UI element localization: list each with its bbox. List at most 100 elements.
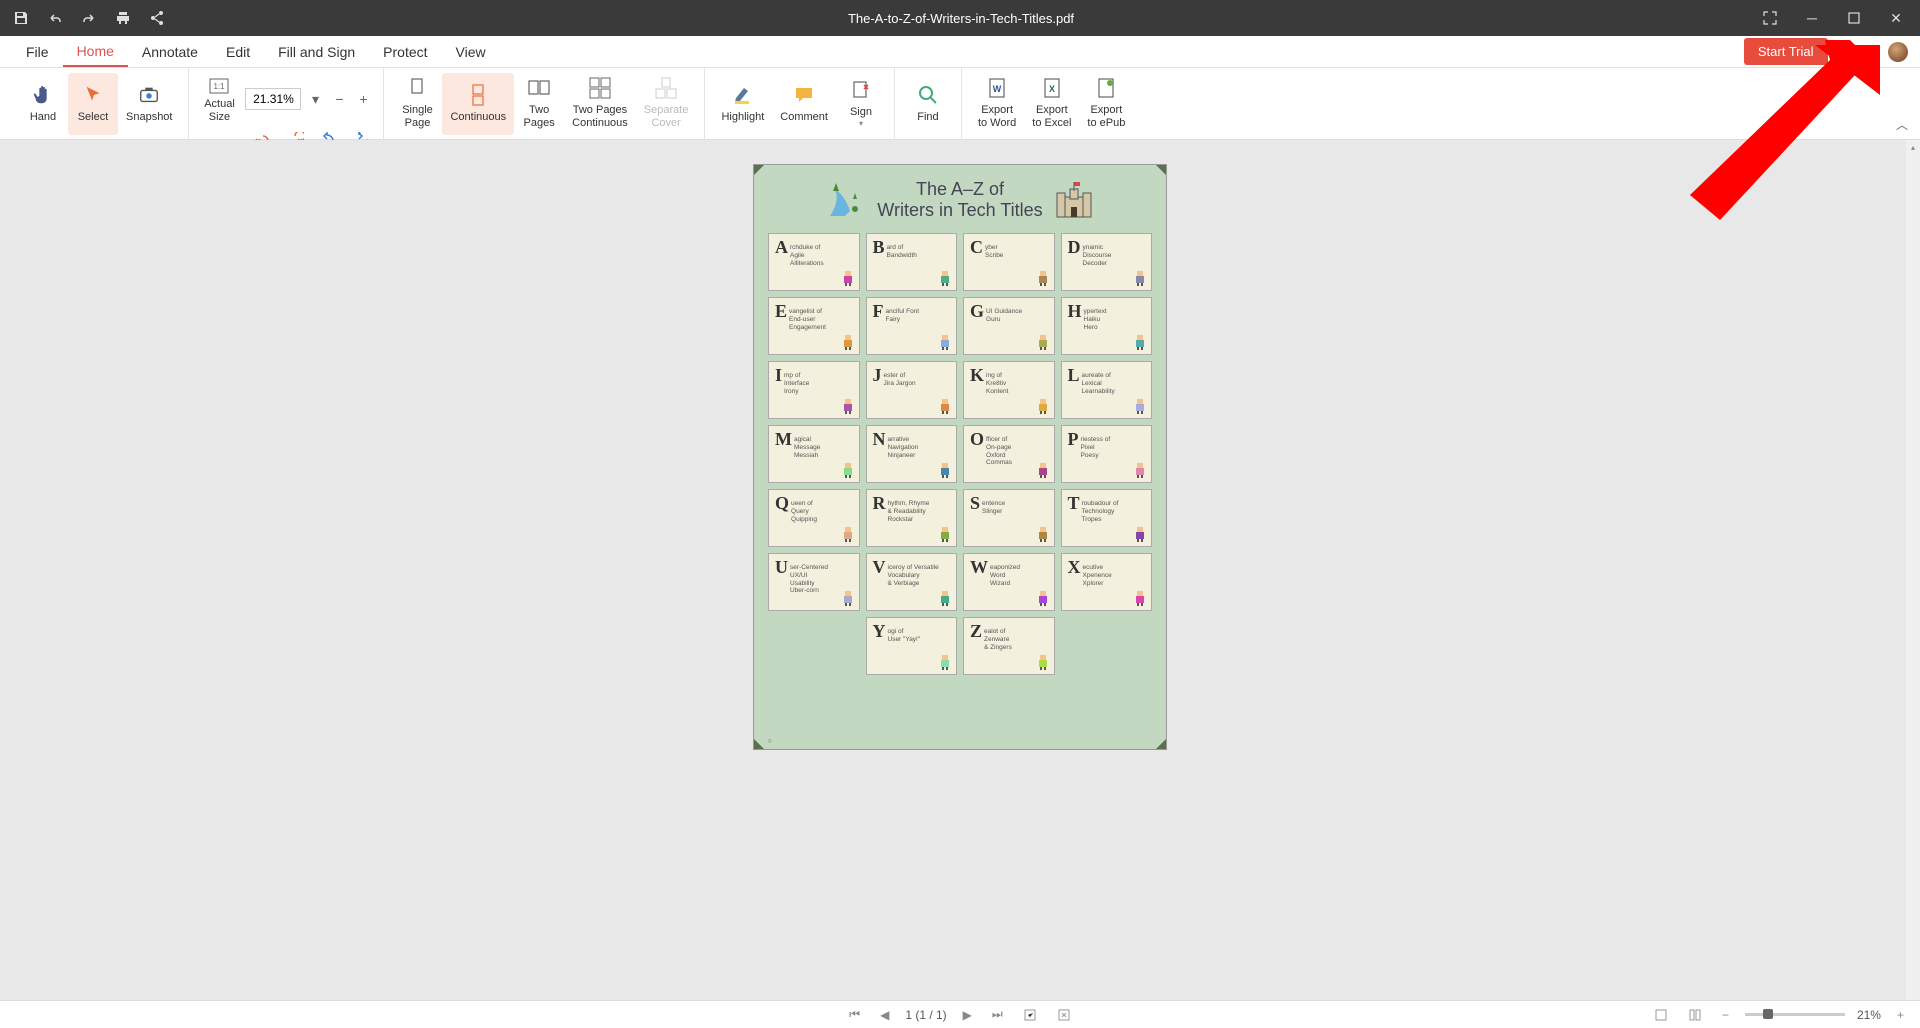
view-mode-2-icon[interactable] xyxy=(1684,1008,1706,1022)
window-title: The-A-to-Z-of-Writers-in-Tech-Titles.pdf xyxy=(166,11,1756,26)
find-button[interactable]: Find xyxy=(903,73,953,135)
card-letter: B xyxy=(873,238,885,256)
prev-page-button[interactable]: ◀ xyxy=(876,1008,893,1022)
sign-button[interactable]: Sign ▾ xyxy=(836,73,886,135)
snapshot-button[interactable]: Snapshot xyxy=(118,73,180,135)
card-text: ard of Bandwidth xyxy=(887,244,917,260)
menu-annotate[interactable]: Annotate xyxy=(128,38,212,66)
pixel-character-icon xyxy=(840,269,856,287)
card-text: yber Scribe xyxy=(985,244,1003,260)
next-page-button[interactable]: ▶ xyxy=(959,1008,976,1022)
document-viewport[interactable]: The A–Z of Writers in Tech Titles Archdu… xyxy=(0,140,1920,1000)
pixel-character-icon xyxy=(937,653,953,671)
highlight-button[interactable]: Highlight xyxy=(713,73,772,135)
vertical-scrollbar[interactable]: ▴ xyxy=(1906,140,1920,1000)
comment-button[interactable]: Comment xyxy=(772,73,836,135)
epub-icon xyxy=(1094,77,1118,101)
export-excel-button[interactable]: X Export to Excel xyxy=(1024,73,1079,135)
alphabet-card: Jester of Jira Jargon xyxy=(866,361,958,419)
first-page-button[interactable]: ⏮ xyxy=(845,1007,864,1022)
sign-in-link[interactable]: Sign In xyxy=(1838,44,1878,59)
card-letter: L xyxy=(1068,366,1080,384)
close-icon[interactable]: ✕ xyxy=(1882,4,1910,32)
zoom-slider[interactable] xyxy=(1745,1013,1845,1016)
two-pages-continuous-button[interactable]: Two Pages Continuous xyxy=(564,73,636,135)
start-trial-button[interactable]: Start Trial xyxy=(1744,38,1828,65)
maximize-icon[interactable] xyxy=(1840,4,1868,32)
zoom-out-button[interactable]: − xyxy=(329,89,349,109)
card-letter: P xyxy=(1068,430,1079,448)
zoom-plus-button[interactable]: + xyxy=(1893,1008,1908,1022)
page-nav-icon-2[interactable] xyxy=(1053,1008,1075,1022)
zoom-input[interactable] xyxy=(245,88,301,110)
last-page-button[interactable]: ⏭ xyxy=(988,1007,1007,1022)
zoom-in-button[interactable]: + xyxy=(353,89,373,109)
alphabet-card: Officer of On-page Oxford Commas xyxy=(963,425,1055,483)
card-text: UI Guidance Guru xyxy=(986,308,1022,324)
menu-fill-sign[interactable]: Fill and Sign xyxy=(264,38,369,66)
card-letter: T xyxy=(1068,494,1080,512)
excel-icon: X xyxy=(1040,77,1064,101)
scroll-up-icon[interactable]: ▴ xyxy=(1908,142,1918,152)
menu-home[interactable]: Home xyxy=(63,37,128,67)
menu-protect[interactable]: Protect xyxy=(369,38,441,66)
hand-icon xyxy=(31,83,55,107)
cards-grid: Archduke of Agile AlliterationsBard of B… xyxy=(768,233,1152,675)
pixel-character-icon xyxy=(840,461,856,479)
hand-button[interactable]: Hand xyxy=(18,73,68,135)
zoom-dropdown-icon[interactable]: ▾ xyxy=(305,89,325,109)
menu-file[interactable]: File xyxy=(12,38,63,66)
alphabet-card: Fanciful Font Fairy xyxy=(866,297,958,355)
export-epub-button[interactable]: Export to ePub xyxy=(1079,73,1133,135)
two-pages-button[interactable]: Two Pages xyxy=(514,73,564,135)
menu-view[interactable]: View xyxy=(442,38,500,66)
card-text: riestess of Pixel Poesy xyxy=(1081,436,1111,459)
card-letter: M xyxy=(775,430,792,448)
menu-edit[interactable]: Edit xyxy=(212,38,264,66)
alphabet-card: Cyber Scribe xyxy=(963,233,1055,291)
card-text: roubadour of Technology Tropes xyxy=(1082,500,1119,523)
alphabet-card: Troubadour of Technology Tropes xyxy=(1061,489,1153,547)
svg-text:W: W xyxy=(993,84,1002,94)
view-mode-1-icon[interactable] xyxy=(1650,1008,1672,1022)
print-icon[interactable] xyxy=(114,9,132,27)
card-text: arrative Navigation Ninjaneer xyxy=(888,436,919,459)
single-page-icon xyxy=(405,77,429,101)
select-button[interactable]: Select xyxy=(68,73,118,135)
card-letter: I xyxy=(775,366,782,384)
pixel-character-icon xyxy=(1035,333,1051,351)
separate-cover-icon xyxy=(654,77,678,101)
avatar[interactable] xyxy=(1888,42,1908,62)
card-letter: Z xyxy=(970,622,982,640)
card-text: vangelist of End-user Engagement xyxy=(789,308,826,331)
alphabet-card: Narrative Navigation Ninjaneer xyxy=(866,425,958,483)
share-icon[interactable] xyxy=(148,9,166,27)
alphabet-card: Yogi of User "Yay!" xyxy=(866,617,958,675)
page-indicator: 1 (1 / 1) xyxy=(905,1008,946,1022)
zoom-minus-button[interactable]: − xyxy=(1718,1008,1733,1022)
alphabet-card: Imp of Interface Irony xyxy=(768,361,860,419)
svg-text:X: X xyxy=(1049,84,1055,94)
card-letter: C xyxy=(970,238,983,256)
fullscreen-icon[interactable] xyxy=(1756,4,1784,32)
castle-illustration xyxy=(1053,179,1095,221)
card-text: ealot of Zenware & Zingers xyxy=(984,628,1012,651)
card-letter: G xyxy=(970,302,984,320)
two-pages-icon xyxy=(527,77,551,101)
pixel-character-icon xyxy=(1035,397,1051,415)
continuous-button[interactable]: Continuous xyxy=(442,73,514,135)
collapse-ribbon-icon[interactable]: ︿ xyxy=(1896,116,1908,133)
undo-icon[interactable] xyxy=(46,9,64,27)
page-nav-icon-1[interactable] xyxy=(1019,1008,1041,1022)
separate-cover-button[interactable]: Separate Cover xyxy=(636,73,697,135)
minimize-icon[interactable]: ─ xyxy=(1798,4,1826,32)
single-page-button[interactable]: Single Page xyxy=(392,73,442,135)
titlebar: The-A-to-Z-of-Writers-in-Tech-Titles.pdf… xyxy=(0,0,1920,36)
alphabet-card: Xecutive Xperience Xplorer xyxy=(1061,553,1153,611)
save-icon[interactable] xyxy=(12,9,30,27)
card-letter: N xyxy=(873,430,886,448)
redo-icon[interactable] xyxy=(80,9,98,27)
actual-size-button[interactable]: 1:1 Actual Size xyxy=(199,72,239,126)
export-word-button[interactable]: W Export to Word xyxy=(970,73,1024,135)
svg-text:1:1: 1:1 xyxy=(214,82,226,91)
